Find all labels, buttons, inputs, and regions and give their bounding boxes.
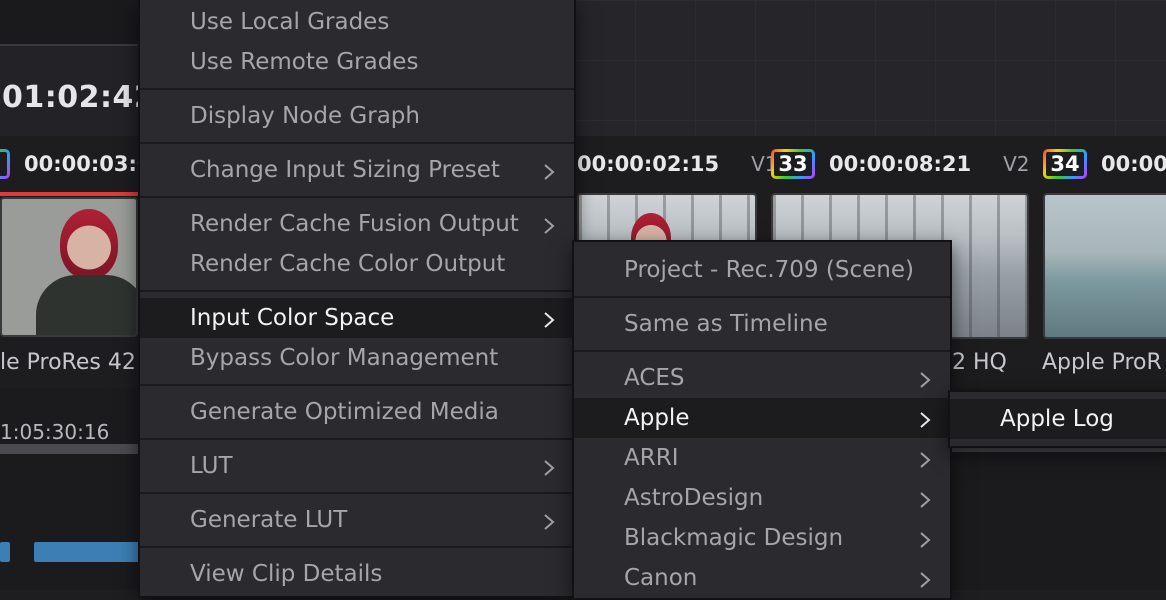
menu-item-generate-lut[interactable]: Generate LUT: [140, 500, 574, 540]
chevron-right-icon: [918, 558, 932, 598]
clip-header-33: 33 00:00:08:21 V2: [771, 136, 1030, 192]
clip-context-menu: Use Local Grades Use Remote Grades Displ…: [138, 0, 576, 598]
clip-track: V2: [1003, 152, 1030, 176]
timeline-clip-block[interactable]: [0, 542, 10, 562]
node-editor-grid: [575, 0, 1166, 136]
menu-item-label: Use Local Grades: [190, 9, 390, 35]
clip-header-34: 34 00:00: [1043, 136, 1166, 192]
menu-item-blackmagic-design[interactable]: Blackmagic Design: [574, 518, 950, 558]
menu-item-label: Generate Optimized Media: [190, 399, 499, 425]
menu-item-aces[interactable]: ACES: [574, 358, 950, 398]
menu-item-label: Render Cache Color Output: [190, 251, 506, 277]
clip-number-badge: 33: [771, 149, 815, 179]
clip-timecode: 00:00: [1101, 152, 1166, 176]
menu-separator: [574, 296, 950, 298]
menu-item-label: View Clip Details: [190, 561, 383, 587]
timeline-scrub-bar[interactable]: [0, 444, 138, 454]
left-panel-divider: [0, 44, 138, 46]
input-color-space-submenu: Project - Rec.709 (Scene) Same as Timeli…: [572, 240, 952, 600]
menu-item-input-color-space[interactable]: Input Color Space: [140, 298, 574, 338]
chevron-right-icon: [542, 204, 556, 244]
menu-item-label: Apple: [624, 405, 690, 431]
menu-item-label: Render Cache Fusion Output: [190, 211, 519, 237]
menu-item-label: ACES: [624, 365, 685, 391]
menu-item-lut[interactable]: LUT: [140, 446, 574, 486]
menu-item-label: Project - Rec.709 (Scene): [624, 257, 914, 283]
chevron-right-icon: [918, 358, 932, 398]
menu-item-label: Generate LUT: [190, 507, 348, 533]
clip-header-left: 00:00:03:0: [0, 136, 151, 192]
menu-item-use-local-grades[interactable]: Use Local Grades: [140, 2, 574, 42]
chevron-right-icon: [918, 478, 932, 518]
menu-item-label: Use Remote Grades: [190, 49, 419, 75]
chevron-right-icon: [542, 446, 556, 486]
clip-header-32: 00:00:02:15 V1: [577, 136, 778, 192]
menu-separator: [140, 196, 574, 198]
chevron-right-icon: [918, 518, 932, 558]
menu-separator: [140, 88, 574, 90]
clip-timecode: 00:00:08:21: [829, 152, 972, 176]
menu-item-apple[interactable]: Apple: [574, 398, 950, 438]
menu-item-generate-optimized-media[interactable]: Generate Optimized Media: [140, 392, 574, 432]
menu-item-project-rec709[interactable]: Project - Rec.709 (Scene): [574, 250, 950, 290]
chevron-right-icon: [918, 438, 932, 478]
clip-thumbnail[interactable]: [1043, 193, 1166, 339]
thumbnail-person-body: [36, 275, 136, 335]
menu-item-label: Input Color Space: [190, 305, 395, 331]
clip-number-badge: 34: [1043, 149, 1087, 179]
clip-number-badge: [0, 149, 10, 179]
menu-separator: [140, 438, 574, 440]
timeline-timecode-small: 1:05:30:16: [0, 420, 110, 444]
menu-item-apple-log[interactable]: Apple Log: [950, 399, 1166, 439]
clip-thumbnail[interactable]: [0, 197, 138, 337]
menu-item-label: Bypass Color Management: [190, 345, 499, 371]
chevron-right-icon: [542, 500, 556, 540]
chevron-right-icon: [542, 150, 556, 190]
menu-item-render-cache-color-output[interactable]: Render Cache Color Output: [140, 244, 574, 284]
clip-timecode: 00:00:02:15: [577, 152, 720, 176]
clip-codec-label: Apple ProR: [1042, 350, 1162, 375]
menu-separator: [140, 546, 574, 548]
menu-item-label: Blackmagic Design: [624, 525, 844, 551]
clip-selected-bar: [0, 192, 138, 196]
menu-item-label: Canon: [624, 565, 698, 591]
menu-item-canon[interactable]: Canon: [574, 558, 950, 598]
menu-separator: [140, 290, 574, 292]
chevron-right-icon: [918, 398, 932, 438]
apple-color-space-submenu: Apple Log: [948, 390, 1166, 448]
menu-item-change-input-sizing-preset[interactable]: Change Input Sizing Preset: [140, 150, 574, 190]
menu-item-view-clip-details[interactable]: View Clip Details: [140, 554, 574, 594]
clip-codec-label: 2 HQ: [952, 350, 1007, 375]
menu-item-label: Same as Timeline: [624, 311, 828, 337]
chevron-right-icon: [542, 298, 556, 338]
timeline-clip-block[interactable]: [34, 542, 140, 562]
clip-codec-label: le ProRes 42: [0, 350, 136, 375]
clip-timecode: 00:00:03:0: [24, 152, 152, 176]
menu-item-same-as-timeline[interactable]: Same as Timeline: [574, 304, 950, 344]
menu-item-label: Display Node Graph: [190, 103, 420, 129]
menu-item-arri[interactable]: ARRI: [574, 438, 950, 478]
menu-item-bypass-color-management[interactable]: Bypass Color Management: [140, 338, 574, 378]
menu-item-label: Apple Log: [1000, 406, 1114, 432]
menu-separator: [140, 384, 574, 386]
menu-item-use-remote-grades[interactable]: Use Remote Grades: [140, 42, 574, 82]
menu-item-label: Change Input Sizing Preset: [190, 157, 500, 183]
menu-item-display-node-graph[interactable]: Display Node Graph: [140, 96, 574, 136]
menu-item-render-cache-fusion-output[interactable]: Render Cache Fusion Output: [140, 204, 574, 244]
menu-item-label: AstroDesign: [624, 485, 764, 511]
menu-item-astrodesign[interactable]: AstroDesign: [574, 478, 950, 518]
thumbnail-person: [60, 209, 118, 279]
menu-separator: [140, 492, 574, 494]
left-panel-header: [0, 0, 138, 44]
menu-item-label: LUT: [190, 453, 233, 479]
menu-item-label: ARRI: [624, 445, 679, 471]
menu-separator: [140, 142, 574, 144]
menu-separator: [574, 350, 950, 352]
